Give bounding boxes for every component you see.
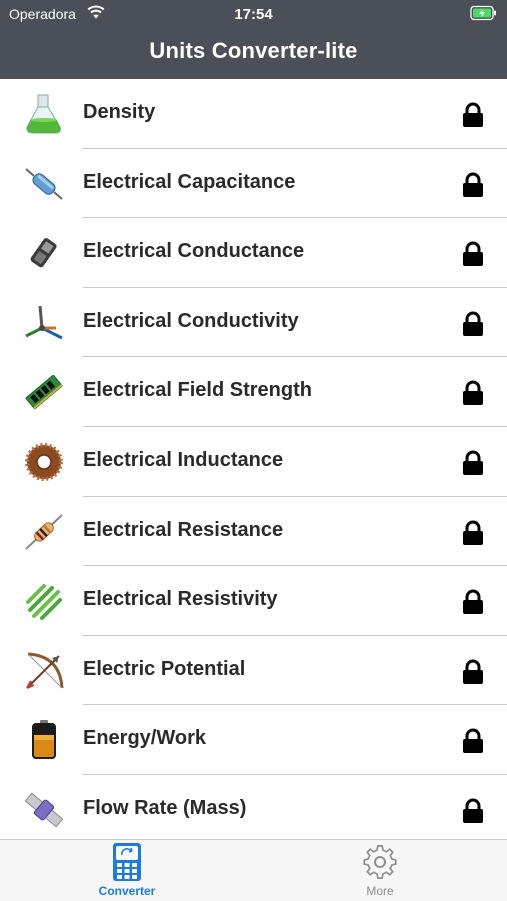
battery-charging-icon — [470, 5, 496, 21]
list-item-label: Flow Rate (Mass) — [83, 796, 247, 819]
list-item-electrical-resistance[interactable]: Electrical Resistance — [0, 497, 507, 567]
list-item-label: Electrical Resistivity — [83, 588, 278, 611]
lock-icon — [463, 172, 483, 197]
lock-icon — [463, 589, 483, 615]
capacitor-icon — [25, 167, 63, 200]
lock-icon — [463, 102, 483, 127]
calculator-icon — [113, 843, 141, 881]
list-item-electrical-field-strength[interactable]: Electrical Field Strength — [0, 357, 507, 427]
tab-label: Converter — [98, 884, 156, 898]
lock-icon — [463, 311, 483, 336]
lock-icon — [463, 450, 483, 475]
tab-label: More — [366, 884, 394, 898]
wires-icon — [25, 305, 63, 340]
resistor-icon — [25, 513, 63, 550]
tab-bar: Converter More — [0, 839, 507, 901]
list-item-label: Electrical Inductance — [83, 448, 284, 471]
lock-icon — [463, 659, 483, 684]
list-item-electrical-inductance[interactable]: Electrical Inductance — [0, 427, 507, 497]
battery-icon — [32, 720, 56, 760]
lock-icon — [463, 380, 483, 406]
page-title: Units Converter-lite — [149, 38, 358, 63]
list-item-label: Electrical Conductivity — [83, 309, 299, 332]
lock-icon — [463, 728, 483, 754]
list-item-label: Density — [83, 101, 156, 123]
lock-icon — [463, 241, 483, 267]
list-item-flow-rate-mass[interactable]: Flow Rate (Mass) — [0, 775, 507, 845]
pipe-icon — [24, 792, 64, 828]
list-item-electrical-conductivity[interactable]: Electrical Conductivity — [0, 288, 507, 358]
units-category-list: Density Electrical Capacitance Electrica… — [0, 79, 507, 845]
coil-icon — [25, 442, 63, 481]
list-item-label: Electrical Field Strength — [83, 379, 312, 402]
list-item-label: Electrical Conductance — [83, 240, 305, 263]
gear-icon — [363, 844, 397, 880]
list-item-label: Electrical Capacitance — [83, 170, 296, 193]
list-item-label: Electric Potential — [83, 657, 246, 680]
flask-icon — [26, 94, 61, 134]
list-item-label: Electrical Resistance — [83, 518, 284, 541]
list-item-density[interactable]: Density — [0, 79, 507, 149]
chip-icon — [30, 238, 57, 268]
list-item-energy-work[interactable]: Energy/Work — [0, 705, 507, 775]
list-item-electric-potential[interactable]: Electric Potential — [0, 636, 507, 706]
list-item-electrical-capacitance[interactable]: Electrical Capacitance — [0, 149, 507, 219]
status-time: 17:54 — [234, 6, 273, 23]
tab-converter[interactable]: Converter — [67, 840, 187, 901]
status-bar: Operadora 17:54 — [0, 0, 507, 28]
list-item-electrical-conductance[interactable]: Electrical Conductance — [0, 218, 507, 288]
list-item-electrical-resistivity[interactable]: Electrical Resistivity — [0, 566, 507, 636]
bow-arrow-icon — [26, 652, 64, 689]
tab-more[interactable]: More — [320, 840, 440, 901]
nav-header: Operadora 17:54 Units Converter-lite — [0, 0, 507, 79]
list-item-label: Energy/Work — [83, 727, 206, 750]
lock-icon — [463, 520, 483, 545]
circuit-board-icon — [25, 375, 63, 410]
stripes-icon — [26, 584, 62, 621]
lock-icon — [463, 798, 483, 823]
